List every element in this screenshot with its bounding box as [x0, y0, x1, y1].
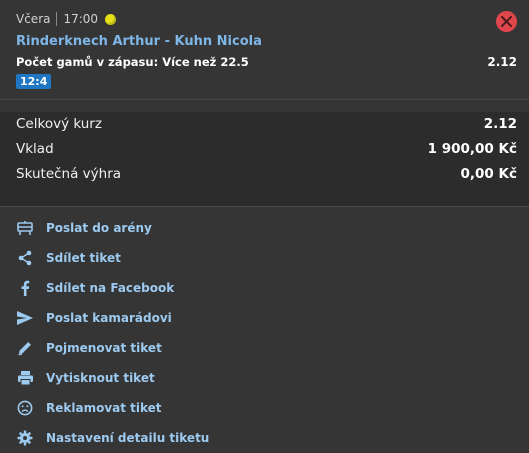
action-label: Pojmenovat tiket	[46, 341, 162, 355]
send-to-arena-button[interactable]: Poslat do arény	[0, 213, 529, 243]
bet-meta: Včera 17:00	[16, 12, 117, 26]
send-to-friend-button[interactable]: Poslat kamarádovi	[0, 303, 529, 333]
facebook-icon	[16, 279, 34, 297]
send-icon	[16, 309, 34, 327]
bet-odd: 2.12	[487, 55, 517, 69]
action-label: Poslat kamarádovi	[46, 311, 172, 325]
gear-icon	[16, 429, 34, 447]
action-label: Poslat do arény	[46, 221, 152, 235]
stake-value: 1 900,00 Kč	[427, 141, 517, 157]
divider	[56, 12, 58, 26]
action-label: Nastavení detailu tiketu	[46, 431, 210, 445]
stake-row: Vklad 1 900,00 Kč	[0, 137, 529, 162]
printer-icon	[16, 369, 34, 387]
bet-time: 17:00	[63, 12, 99, 26]
market-label: Počet gamů v zápasu: Více než 22.5	[16, 55, 249, 69]
total-odds-value: 2.12	[483, 116, 517, 132]
action-label: Vytisknout tiket	[46, 371, 155, 385]
name-ticket-button[interactable]: Pojmenovat tiket	[0, 333, 529, 363]
share-facebook-button[interactable]: Sdílet na Facebook	[0, 273, 529, 303]
ticket-summary: Celkový kurz 2.12 Vklad 1 900,00 Kč Skut…	[0, 112, 529, 207]
sad-face-icon	[16, 399, 34, 417]
ticket-detail-settings-button[interactable]: Nastavení detailu tiketu	[0, 423, 529, 453]
match-link[interactable]: Rinderknech Arthur - Kuhn Nicola	[16, 34, 262, 49]
print-ticket-button[interactable]: Vytisknout tiket	[0, 363, 529, 393]
arena-icon	[16, 219, 34, 237]
total-odds-row: Celkový kurz 2.12	[0, 112, 529, 137]
win-value: 0,00 Kč	[460, 166, 517, 182]
bet-day: Včera	[16, 12, 51, 26]
action-label: Reklamovat tiket	[46, 401, 162, 415]
share-ticket-button[interactable]: Sdílet tiket	[0, 243, 529, 273]
pencil-icon	[16, 339, 34, 357]
claim-ticket-button[interactable]: Reklamovat tiket	[0, 393, 529, 423]
win-label: Skutečná výhra	[16, 166, 122, 182]
ticket-actions: Poslat do arény Sdílet tiket Sdílet na F…	[0, 207, 529, 453]
score-badge: 12:4	[16, 74, 52, 89]
action-label: Sdílet na Facebook	[46, 281, 175, 295]
stake-label: Vklad	[16, 141, 54, 157]
share-icon	[16, 249, 34, 267]
total-odds-label: Celkový kurz	[16, 116, 102, 132]
win-row: Skutečná výhra 0,00 Kč	[0, 162, 529, 187]
close-icon[interactable]	[496, 11, 517, 32]
tennis-ball-icon	[105, 13, 117, 25]
action-label: Sdílet tiket	[46, 251, 121, 265]
bet-detail: Včera 17:00 Rinderknech Arthur - Kuhn Ni…	[0, 0, 529, 100]
